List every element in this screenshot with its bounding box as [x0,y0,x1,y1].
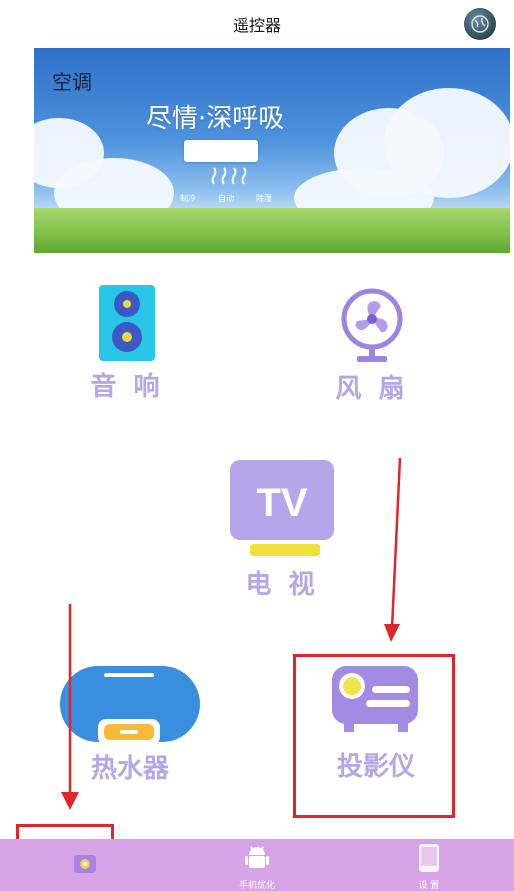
mode-list: 制冷 自动 除湿 [180,193,272,204]
arrow-down-icon [384,458,402,642]
tv-label: 电 视 [245,570,319,600]
fan-icon [341,288,403,362]
tv-screen-text: TV [256,481,307,525]
tv-icon: TV [230,460,334,556]
globe-icon[interactable] [464,8,496,40]
tab-settings-label: 设 置 [418,881,440,891]
banner-device-label: 空调 [52,70,92,94]
header: 遥控器 [0,0,514,46]
phone-icon [419,844,439,872]
remote-tab-icon [74,855,96,873]
arrow-down-icon [61,604,79,810]
grass-field [34,208,510,253]
ac-unit-icon [184,140,258,162]
projector-highlight-box [293,654,455,818]
bottom-tabbar: 手机优化 设 置 [0,839,514,891]
mode-dehumidify: 除湿 [256,194,272,203]
air-conditioner-banner[interactable]: 空调 尽情·深呼吸 制冷 自动 除湿 [34,48,510,253]
tab-optimize[interactable]: 手机优化 [212,839,302,891]
airflow-icon [211,167,247,185]
fan-label: 风 扇 [335,374,409,404]
fan-device[interactable]: 风 扇 [322,288,422,405]
speaker-device[interactable]: 音 响 [82,284,172,403]
tv-device[interactable]: TV 电 视 [222,460,342,601]
tab-optimize-label: 手机优化 [238,881,275,891]
speaker-icon [99,285,155,361]
speaker-label: 音 响 [90,372,164,402]
banner-slogan: 尽情·深呼吸 [146,104,285,134]
mode-auto: 自动 [218,194,234,203]
mode-cool: 制冷 [180,194,196,203]
android-icon [245,846,269,868]
page-title: 遥控器 [232,16,281,35]
tab-remote[interactable] [40,839,130,891]
tab-settings[interactable]: 设 置 [384,839,474,891]
